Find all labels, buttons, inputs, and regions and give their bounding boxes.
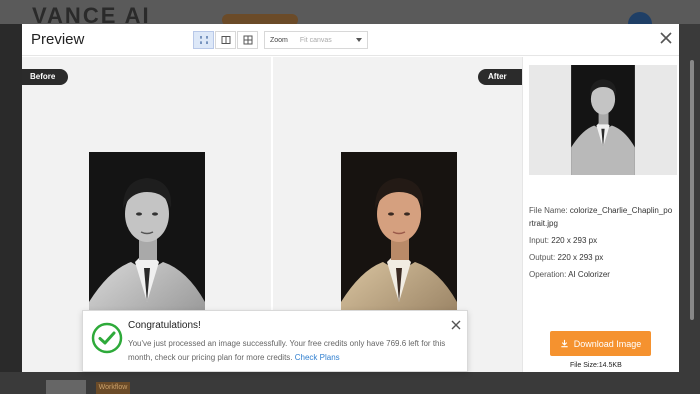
modal-header: Preview Zoom Fit canvas [22,24,679,56]
page-scrollbar[interactable] [690,60,694,320]
result-thumbnail [571,65,635,175]
toast-message: You've just processed an image successfu… [128,337,463,365]
file-name-label: File Name: [529,206,568,215]
output-value: 220 x 293 px [557,253,604,262]
grid-icon [243,35,252,45]
view-split-button[interactable] [193,31,214,49]
after-tag: After [478,69,522,85]
side-by-side-icon [221,36,230,44]
check-circle-icon [91,322,123,354]
output-row: Output: 220 x 293 px [529,251,603,264]
file-name-value: colorize_Charlie_Chaplin_po [569,206,673,215]
background-thumbnail [46,380,86,394]
operation-row: Operation: AI Colorizer [529,268,610,281]
output-label: Output: [529,253,556,262]
success-toast: Congratulations! You've just processed a… [82,310,468,372]
file-name-row: File Name: colorize_Charlie_Chaplin_po r… [529,204,672,230]
zoom-select[interactable]: Zoom Fit canvas [264,31,368,49]
download-image-button[interactable]: Download Image [550,331,651,356]
background-logo: VANCE AI [32,3,151,28]
view-side-by-side-button[interactable] [215,31,236,49]
zoom-value: Fit canvas [299,36,332,44]
toast-message-text: You've just processed an image successfu… [128,339,446,362]
input-row: Input: 220 x 293 px [529,234,597,247]
chevron-down-icon [356,38,362,42]
split-compare-icon [199,36,208,44]
view-grid-button[interactable] [237,31,258,49]
view-mode-group [193,31,259,49]
check-plans-link[interactable]: Check Plans [295,353,340,362]
zoom-label: Zoom [270,36,288,44]
close-icon[interactable] [658,30,674,46]
background-sidebar [0,24,22,394]
operation-label: Operation: [529,270,567,279]
modal-title: Preview [31,31,85,48]
input-label: Input: [529,236,550,245]
file-size: File Size:14.5KB [570,362,622,369]
input-value: 220 x 293 px [551,236,598,245]
result-thumbnail-frame [529,65,677,175]
close-icon[interactable] [450,319,462,331]
operation-value: AI Colorizer [568,270,610,279]
before-tag: Before [22,69,68,85]
toast-title: Congratulations! [128,320,201,331]
background-tag: Workflow [96,382,130,394]
info-panel: File Name: colorize_Charlie_Chaplin_po r… [522,57,679,372]
file-name-value-cont: rtrait.jpg [529,219,558,228]
download-label: Download Image [573,338,642,349]
download-icon [561,339,568,348]
